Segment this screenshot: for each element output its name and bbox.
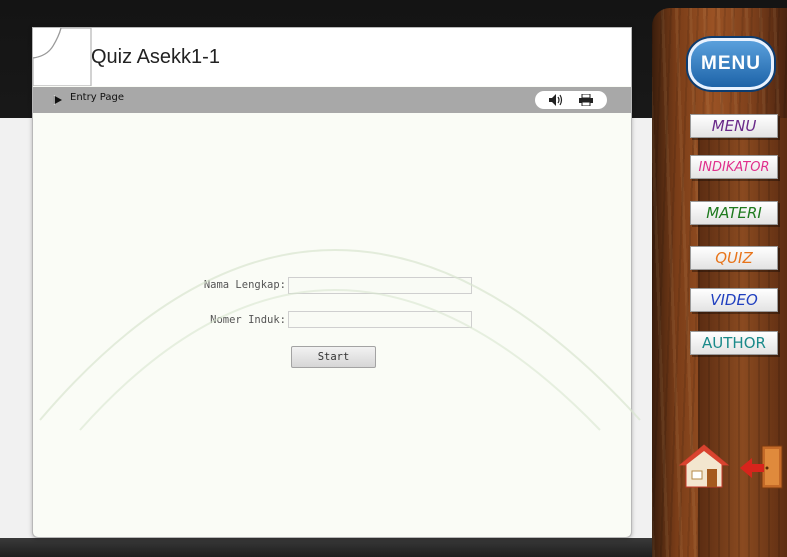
menu-badge[interactable]: MENU [688,38,774,90]
sidebar-item-quiz[interactable]: QUIZ [690,246,778,270]
speaker-icon[interactable] [549,94,565,106]
sidebar-item-label: QUIZ [715,249,753,267]
id-label: Nomer Induk: [210,314,286,326]
sidebar-item-indikator[interactable]: INDIKATOR [690,155,778,179]
card-header: Quiz Asekk1-1 [32,27,631,86]
nav-bar: Entry Page [33,87,631,113]
start-button-label: Start [317,351,350,363]
sidebar-item-materi[interactable]: MATERI [690,201,778,225]
sidebar-item-video[interactable]: VIDEO [690,288,778,312]
bottom-strip [0,538,700,557]
sidebar-item-author[interactable]: AUTHOR [690,331,778,355]
sidebar-item-label: MENU [711,117,757,135]
house-icon[interactable] [678,443,730,489]
page-fold-icon [32,27,92,86]
menu-badge-label: MENU [701,53,761,74]
start-button[interactable]: Start [291,346,376,368]
student-id-field[interactable] [288,311,472,328]
breadcrumb: Entry Page [70,92,124,103]
full-name-field[interactable] [288,277,472,294]
nav-tools [535,91,607,109]
quiz-card: Quiz Asekk1-1 Entry Page Nama Lengkap: N… [32,27,632,538]
sidebar-item-label: AUTHOR [702,334,766,352]
name-label: Nama Lengkap: [203,279,286,291]
sidebar-item-label: VIDEO [710,291,758,309]
sidebar-item-label: MATERI [706,204,762,222]
sidebar-item-menu[interactable]: MENU [690,114,778,138]
sidebar-item-label: INDIKATOR [698,159,770,175]
arrow-right-icon [53,95,62,105]
page-title: Quiz Asekk1-1 [91,46,220,68]
printer-icon[interactable] [579,94,593,106]
exit-door-icon[interactable] [738,444,786,490]
